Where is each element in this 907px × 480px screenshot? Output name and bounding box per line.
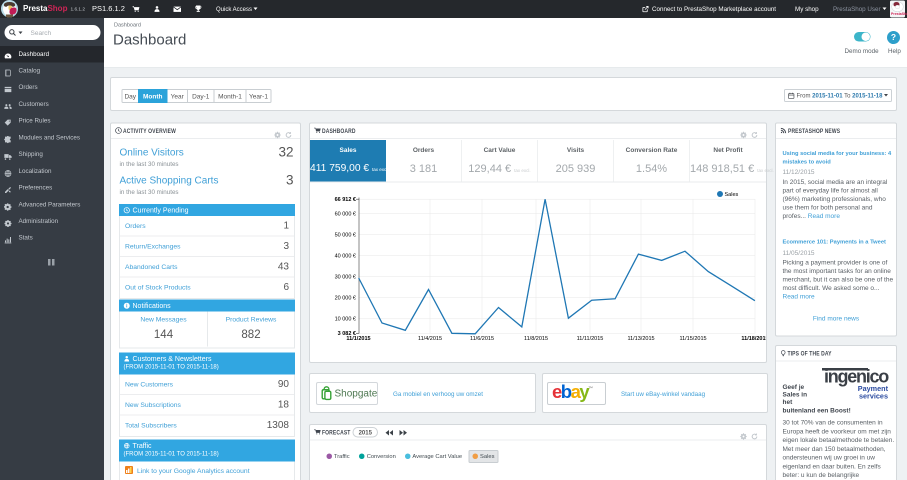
svg-text:11/1/2015: 11/1/2015 xyxy=(346,336,370,342)
svg-text:11/11/2015: 11/11/2015 xyxy=(577,336,604,342)
svg-text:10 000 €: 10 000 € xyxy=(335,317,356,323)
svg-text:66 912 €: 66 912 € xyxy=(335,197,356,203)
svg-text:60 000 €: 60 000 € xyxy=(335,212,356,218)
svg-text:Sales: Sales xyxy=(725,192,739,198)
svg-text:11/8/2015: 11/8/2015 xyxy=(524,336,548,342)
svg-text:20 000 €: 20 000 € xyxy=(335,296,356,302)
svg-text:11/15/2015: 11/15/2015 xyxy=(679,336,706,342)
svg-text:40 000 €: 40 000 € xyxy=(335,254,356,260)
svg-text:11/4/2015: 11/4/2015 xyxy=(418,336,442,342)
svg-text:11/18/2015: 11/18/2015 xyxy=(741,336,766,342)
svg-text:11/13/2015: 11/13/2015 xyxy=(627,336,654,342)
svg-text:50 000 €: 50 000 € xyxy=(335,233,356,239)
svg-text:11/6/2015: 11/6/2015 xyxy=(470,336,494,342)
svg-text:30 000 €: 30 000 € xyxy=(335,275,356,281)
